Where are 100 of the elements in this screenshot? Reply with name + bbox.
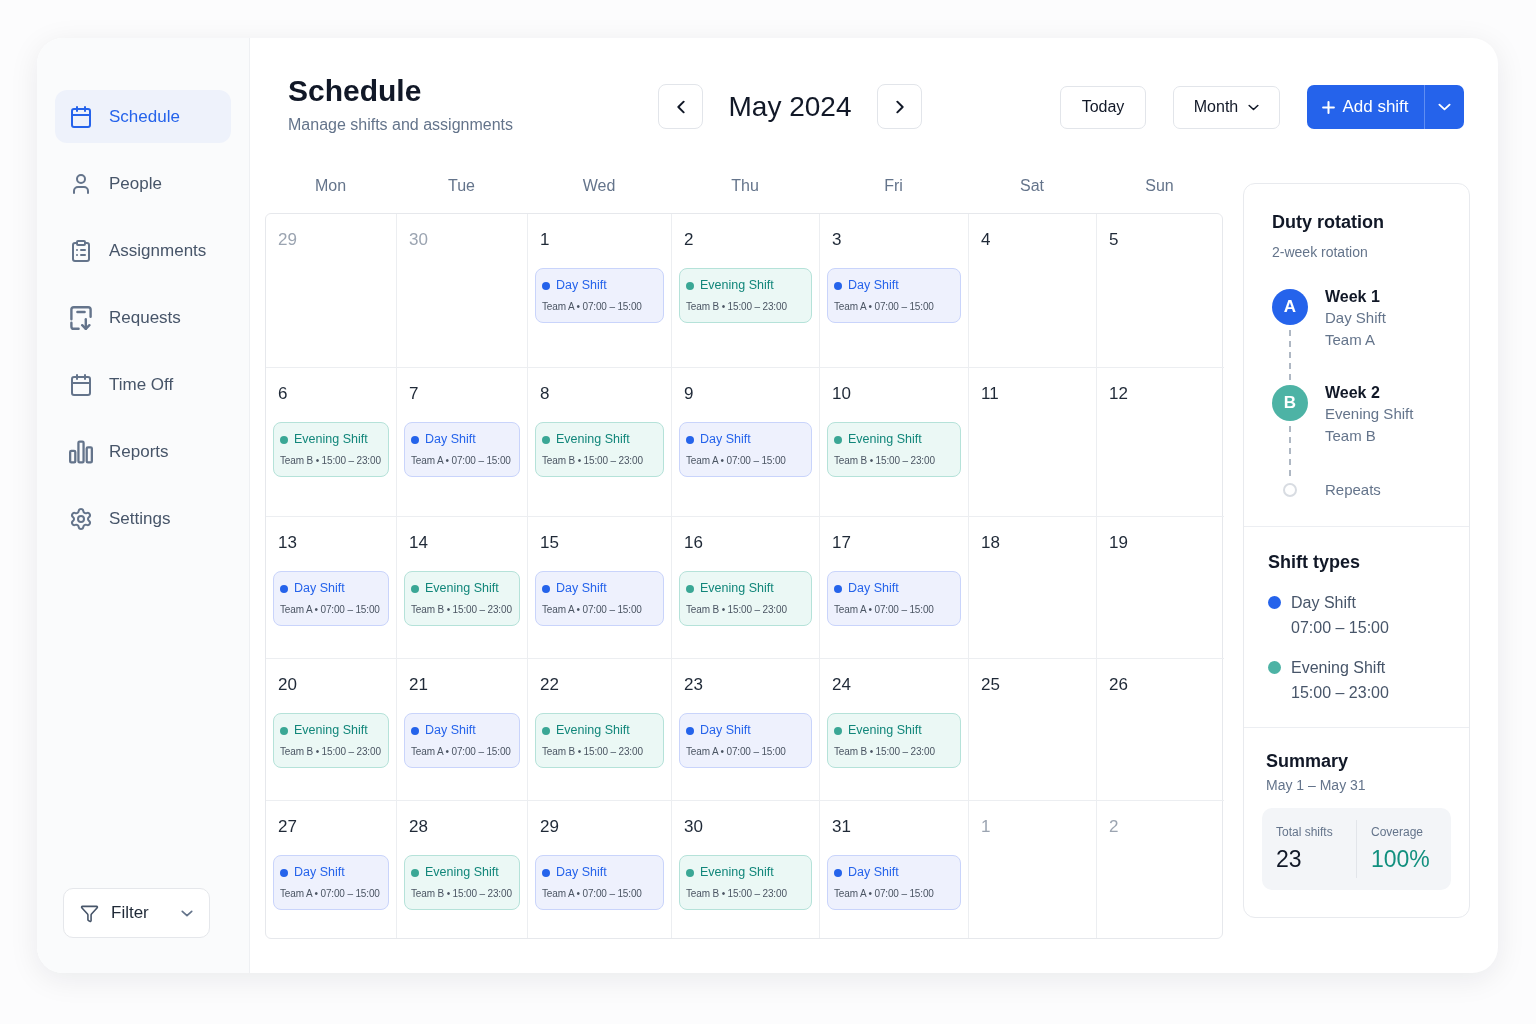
date-number: 5 <box>1108 229 1119 251</box>
sidebar-item[interactable]: Settings <box>55 492 231 545</box>
bar-chart-icon <box>69 439 93 464</box>
shift-chip[interactable]: Day Shift Team A • 07:00 – 15:00 <box>827 855 961 910</box>
date-number: 27 <box>277 816 297 838</box>
dropdown-toggle-button[interactable] <box>1424 85 1464 129</box>
calendar-day-cell[interactable]: 15 Day Shift Team A • 07:00 – 15:00 <box>528 517 672 659</box>
rotation-badge: A <box>1272 289 1308 325</box>
calendar-day-cell[interactable]: 2 Evening Shift Team B • 15:00 – 23:00 <box>672 214 820 368</box>
calendar-day-cell[interactable]: 31 Day Shift Team A • 07:00 – 15:00 <box>820 801 969 938</box>
calendar-day-cell[interactable]: 16 Evening Shift Team B • 15:00 – 23:00 <box>672 517 820 659</box>
shift-chip[interactable]: Day Shift Team A • 07:00 – 15:00 <box>404 422 520 477</box>
shift-title: Day Shift <box>848 580 899 597</box>
calendar-day-cell[interactable]: 25 <box>969 659 1097 801</box>
calendar-day-cell[interactable]: 7 Day Shift Team A • 07:00 – 15:00 <box>397 368 528 517</box>
shift-chip[interactable]: Day Shift Team A • 07:00 – 15:00 <box>827 571 961 626</box>
ring-icon <box>1283 483 1297 497</box>
sidebar-item[interactable]: Reports <box>55 425 231 478</box>
calendar-day-cell[interactable]: 27 Day Shift Team A • 07:00 – 15:00 <box>266 801 397 938</box>
calendar-day-cell[interactable]: 17 Day Shift Team A • 07:00 – 15:00 <box>820 517 969 659</box>
date-number: 13 <box>277 532 297 554</box>
sidebar-item[interactable]: Requests <box>55 291 231 344</box>
sidebar-item[interactable]: Schedule <box>55 90 231 143</box>
calendar-day-cell[interactable]: 30 Evening Shift Team B • 15:00 – 23:00 <box>672 801 820 938</box>
date-number: 19 <box>1108 532 1128 554</box>
calendar-day-cell[interactable]: 22 Evening Shift Team B • 15:00 – 23:00 <box>528 659 672 801</box>
sidebar-item[interactable]: People <box>55 157 231 210</box>
calendar-day-cell[interactable]: 10 Evening Shift Team B • 15:00 – 23:00 <box>820 368 969 517</box>
shift-title: Evening Shift <box>700 277 774 294</box>
calendar-day-cell[interactable]: 1 Day Shift Team A • 07:00 – 15:00 <box>528 214 672 368</box>
date-range: May 1 – May 31 <box>1265 776 1367 795</box>
repeats-label: Repeats <box>1325 480 1381 500</box>
shift-chip[interactable]: Day Shift Team A • 07:00 – 15:00 <box>535 571 664 626</box>
date-number: 29 <box>277 229 297 251</box>
calendar-day-cell[interactable]: 12 <box>1097 368 1224 517</box>
calendar-day-cell[interactable]: 24 Evening Shift Team B • 15:00 – 23:00 <box>820 659 969 801</box>
month-label: May 2024 <box>728 89 852 124</box>
shift-detail: Team B • 15:00 – 23:00 <box>280 454 382 468</box>
weekday-label: Sun <box>1145 176 1174 196</box>
filter-button[interactable]: Filter <box>63 888 210 938</box>
sidebar-item[interactable]: Assignments <box>55 224 231 277</box>
shift-chip[interactable]: Evening Shift Team B • 15:00 – 23:00 <box>679 571 812 626</box>
calendar-day-cell[interactable]: 14 Evening Shift Team B • 15:00 – 23:00 <box>397 517 528 659</box>
next-button[interactable] <box>877 84 922 129</box>
calendar-day-cell[interactable]: 19 <box>1097 517 1224 659</box>
date-number: 17 <box>831 532 851 554</box>
calendar-day-cell[interactable]: 9 Day Shift Team A • 07:00 – 15:00 <box>672 368 820 517</box>
today-button[interactable]: Today <box>1060 85 1146 129</box>
calendar-day-cell[interactable]: 18 <box>969 517 1097 659</box>
sidebar-item[interactable]: Time Off <box>55 358 231 411</box>
shift-type-name: Day Shift <box>1291 593 1357 613</box>
calendar-day-cell[interactable]: 3 Day Shift Team A • 07:00 – 15:00 <box>820 214 969 368</box>
shift-chip[interactable]: Day Shift Team A • 07:00 – 15:00 <box>273 855 389 910</box>
date-number: 25 <box>980 674 1000 696</box>
shift-detail: Team A • 07:00 – 15:00 <box>834 300 935 314</box>
shift-chip[interactable]: Evening Shift Team B • 15:00 – 23:00 <box>535 713 664 768</box>
calendar-day-cell[interactable]: 8 Evening Shift Team B • 15:00 – 23:00 <box>528 368 672 517</box>
shift-detail: Team B • 15:00 – 23:00 <box>834 454 936 468</box>
week-label: Week 2 <box>1325 383 1381 403</box>
shift-chip[interactable]: Evening Shift Team B • 15:00 – 23:00 <box>404 571 520 626</box>
shift-chip[interactable]: Evening Shift Team B • 15:00 – 23:00 <box>679 855 812 910</box>
calendar-day-cell[interactable]: 4 <box>969 214 1097 368</box>
shift-chip[interactable]: Evening Shift Team B • 15:00 – 23:00 <box>535 422 664 477</box>
shift-chip[interactable]: Day Shift Team A • 07:00 – 15:00 <box>535 855 664 910</box>
shift-chip[interactable]: Day Shift Team A • 07:00 – 15:00 <box>827 268 961 323</box>
shift-title: Evening Shift <box>700 580 774 597</box>
add-shift-button[interactable]: Add shift <box>1307 85 1424 129</box>
date-number: 1 <box>539 229 550 251</box>
calendar-day-cell[interactable]: 21 Day Shift Team A • 07:00 – 15:00 <box>397 659 528 801</box>
calendar-day-cell[interactable]: 26 <box>1097 659 1224 801</box>
shift-title: Day Shift <box>294 864 345 881</box>
shift-chip[interactable]: Evening Shift Team B • 15:00 – 23:00 <box>404 855 520 910</box>
tray-arrow-icon <box>69 305 93 330</box>
calendar-day-cell[interactable]: 6 Evening Shift Team B • 15:00 – 23:00 <box>266 368 397 517</box>
shift-title: Evening Shift <box>848 722 922 739</box>
calendar-day-cell[interactable]: 13 Day Shift Team A • 07:00 – 15:00 <box>266 517 397 659</box>
shift-chip[interactable]: Day Shift Team A • 07:00 – 15:00 <box>679 713 812 768</box>
calendar-day-cell[interactable]: 29 Day Shift Team A • 07:00 – 15:00 <box>528 801 672 938</box>
shift-chip[interactable]: Evening Shift Team B • 15:00 – 23:00 <box>679 268 812 323</box>
stat-value: 23 <box>1276 845 1303 874</box>
view-select[interactable]: Month <box>1173 85 1280 129</box>
rotation-badge: B <box>1272 385 1308 421</box>
previous-button[interactable] <box>658 84 703 129</box>
shift-detail: Team A • 07:00 – 15:00 <box>686 454 787 468</box>
shift-chip[interactable]: Evening Shift Team B • 15:00 – 23:00 <box>827 422 961 477</box>
shift-detail: Team A • 07:00 – 15:00 <box>542 603 643 617</box>
shift-chip[interactable]: Evening Shift Team B • 15:00 – 23:00 <box>273 713 389 768</box>
shift-chip[interactable]: Evening Shift Team B • 15:00 – 23:00 <box>827 713 961 768</box>
calendar-day-cell[interactable]: 23 Day Shift Team A • 07:00 – 15:00 <box>672 659 820 801</box>
shift-chip[interactable]: Evening Shift Team B • 15:00 – 23:00 <box>273 422 389 477</box>
shift-chip[interactable]: Day Shift Team A • 07:00 – 15:00 <box>679 422 812 477</box>
calendar-day-cell[interactable]: 11 <box>969 368 1097 517</box>
shift-chip[interactable]: Day Shift Team A • 07:00 – 15:00 <box>535 268 664 323</box>
calendar-day-cell[interactable]: 28 Evening Shift Team B • 15:00 – 23:00 <box>397 801 528 938</box>
shift-chip[interactable]: Day Shift Team A • 07:00 – 15:00 <box>404 713 520 768</box>
weekday-label: Fri <box>884 176 903 196</box>
calendar-day-cell[interactable]: 20 Evening Shift Team B • 15:00 – 23:00 <box>266 659 397 801</box>
calendar-day-cell[interactable]: 5 <box>1097 214 1224 368</box>
shift-chip[interactable]: Day Shift Team A • 07:00 – 15:00 <box>273 571 389 626</box>
weekday-label: Thu <box>731 176 759 196</box>
